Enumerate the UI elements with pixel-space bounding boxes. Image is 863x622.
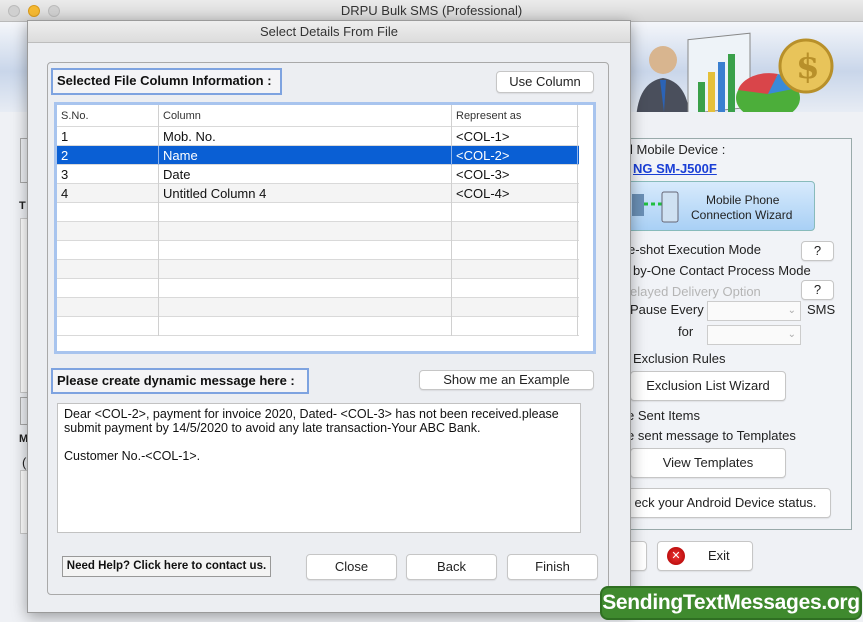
show-example-button[interactable]: Show me an Example — [419, 370, 594, 390]
cell-column: Mob. No. — [159, 127, 452, 146]
pause-every-dropdown[interactable]: ⌄ — [707, 301, 801, 321]
cell-column — [159, 222, 452, 241]
pause-every-label: Pause Every — [630, 302, 704, 317]
message-textarea[interactable]: Dear <COL-2>, payment for invoice 2020, … — [57, 403, 581, 533]
cell-column: Name — [159, 146, 452, 165]
table-row[interactable]: 1 Mob. No. <COL-1> — [57, 127, 579, 146]
dialog-title: Select Details From File — [260, 24, 398, 39]
exit-label: Exit — [708, 548, 730, 563]
app-title-bar: DRPU Bulk SMS (Professional) — [0, 0, 863, 22]
device-label: l Mobile Device : — [630, 142, 726, 157]
cell-represent — [452, 279, 578, 298]
table-row[interactable] — [57, 203, 579, 222]
table-row[interactable]: 2 Name <COL-2> — [57, 146, 579, 165]
left-label-paren: ( — [22, 455, 27, 470]
cell-column — [159, 260, 452, 279]
cell-sno — [57, 222, 159, 241]
cell-column: Date — [159, 165, 452, 184]
oneshot-help-button[interactable]: ? — [801, 241, 834, 261]
minimize-window-button[interactable] — [28, 5, 40, 17]
cell-represent — [452, 298, 578, 317]
cell-represent — [452, 260, 578, 279]
close-button[interactable]: Close — [306, 554, 397, 580]
watermark-logo: SendingTextMessages.org — [600, 586, 862, 620]
cell-sno: 4 — [57, 184, 159, 203]
finish-button[interactable]: Finish — [507, 554, 598, 580]
header-column[interactable]: Column — [159, 105, 452, 127]
business-graphics-icon: $ — [636, 32, 834, 120]
table-header: S.No. Column Represent as — [57, 105, 579, 127]
table-row[interactable] — [57, 298, 579, 317]
cell-sno — [57, 279, 159, 298]
delayed-delivery-option[interactable]: elayed Delivery Option — [630, 284, 761, 299]
header-represent[interactable]: Represent as — [452, 105, 578, 127]
dialog-title-bar: Select Details From File — [28, 21, 630, 43]
table-row[interactable] — [57, 260, 579, 279]
cell-sno — [57, 260, 159, 279]
cell-sno — [57, 298, 159, 317]
zoom-window-button[interactable] — [48, 5, 60, 17]
cell-sno — [57, 317, 159, 336]
cell-represent: <COL-4> — [452, 184, 578, 203]
cell-column — [159, 298, 452, 317]
exclusion-rules-option[interactable]: Exclusion Rules — [633, 351, 726, 366]
cell-column — [159, 317, 452, 336]
delayed-help-button[interactable]: ? — [801, 280, 834, 300]
onebyone-mode-option[interactable]: by-One Contact Process Mode — [633, 263, 811, 278]
svg-text:$: $ — [796, 47, 820, 87]
close-window-button[interactable] — [8, 5, 20, 17]
view-templates-button[interactable]: View Templates — [630, 448, 786, 478]
cell-column — [159, 279, 452, 298]
column-section-label: Selected File Column Information : — [51, 68, 282, 95]
cell-sno: 2 — [57, 146, 159, 165]
cell-represent — [452, 241, 578, 260]
table-row[interactable]: 3 Date <COL-3> — [57, 165, 579, 184]
for-label: for — [678, 324, 694, 339]
cell-column — [159, 203, 452, 222]
cell-column — [159, 241, 452, 260]
table-row[interactable] — [57, 241, 579, 260]
sms-label: SMS — [807, 302, 836, 317]
back-button[interactable]: Back — [406, 554, 497, 580]
pause-for-dropdown[interactable]: ⌄ — [707, 325, 801, 345]
wizard-line1: Mobile Phone — [706, 193, 780, 207]
exit-button[interactable]: ✕ Exit — [657, 541, 753, 571]
left-label-t: T — [19, 200, 26, 212]
cell-column: Untitled Column 4 — [159, 184, 452, 203]
table-row[interactable]: 4 Untitled Column 4 <COL-4> — [57, 184, 579, 203]
exclusion-list-wizard-button[interactable]: Exclusion List Wizard — [630, 371, 786, 401]
cell-sno: 3 — [57, 165, 159, 184]
cell-represent: <COL-2> — [452, 146, 578, 165]
android-status-button[interactable]: eck your Android Device status. — [620, 488, 831, 518]
table-row[interactable] — [57, 222, 579, 241]
help-contact-link[interactable]: Need Help? Click here to contact us. — [62, 556, 271, 577]
column-table[interactable]: S.No. Column Represent as 1 Mob. No. <COL-… — [54, 102, 596, 354]
cell-sno: 1 — [57, 127, 159, 146]
oneshot-mode-option[interactable]: e-shot Execution Mode — [628, 242, 761, 257]
cell-represent — [452, 222, 578, 241]
cell-sno — [57, 203, 159, 222]
app-title: DRPU Bulk SMS (Professional) — [340, 3, 523, 18]
table-row[interactable] — [57, 317, 579, 336]
cell-represent: <COL-1> — [452, 127, 578, 146]
table-row[interactable] — [57, 279, 579, 298]
use-column-button[interactable]: Use Column — [496, 71, 594, 93]
wizard-line2: Connection Wizard — [691, 208, 793, 222]
close-icon: ✕ — [667, 547, 685, 565]
device-name-link[interactable]: NG SM-J500F — [633, 161, 717, 176]
phone-connection-icon — [632, 191, 679, 223]
message-section-label: Please create dynamic message here : — [51, 368, 309, 394]
header-sno[interactable]: S.No. — [57, 105, 159, 127]
cell-represent — [452, 203, 578, 222]
save-templates-option[interactable]: e sent message to Templates — [627, 428, 796, 443]
cell-sno — [57, 241, 159, 260]
sent-items-option[interactable]: e Sent Items — [627, 408, 700, 423]
cell-represent: <COL-3> — [452, 165, 578, 184]
mobile-connection-wizard-button[interactable]: Mobile Phone Connection Wizard — [625, 181, 815, 231]
select-details-dialog: Select Details From File Selected File C… — [27, 20, 631, 613]
cell-represent — [452, 317, 578, 336]
